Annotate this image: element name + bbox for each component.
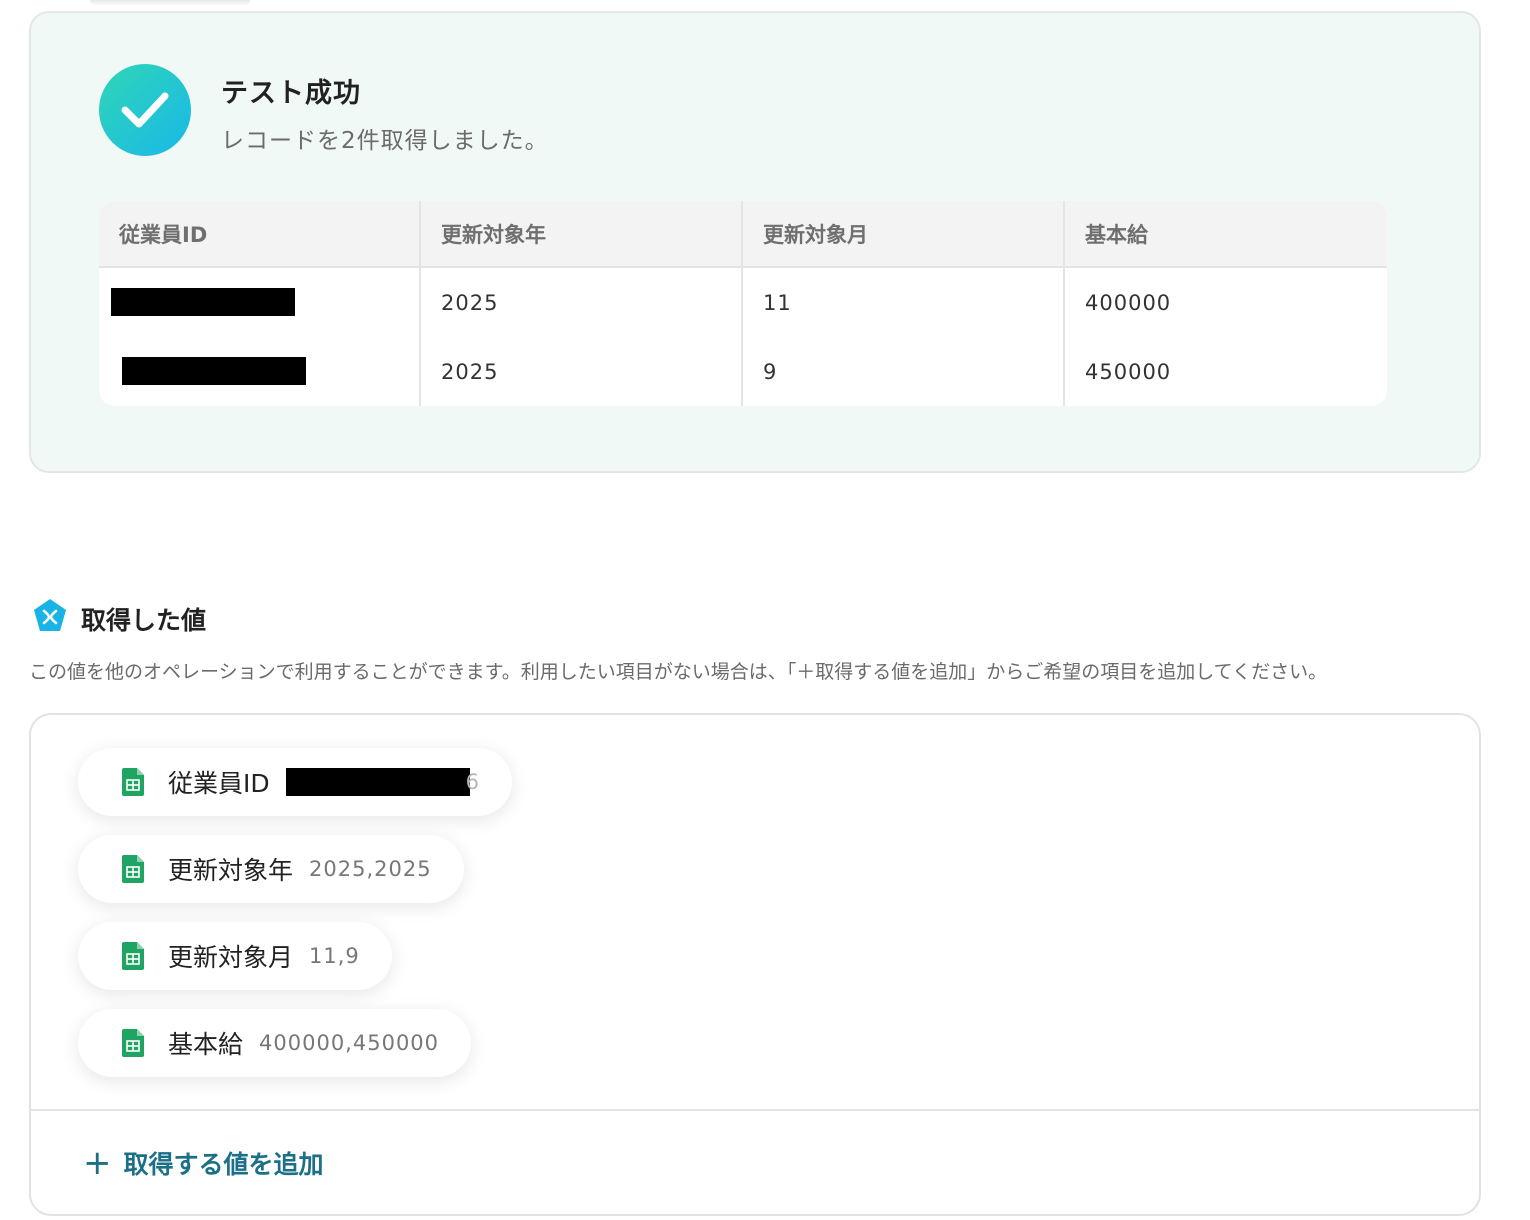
chip-label: 従業員ID — [168, 769, 270, 798]
column-header: 更新対象月 — [743, 201, 1065, 266]
plus-icon: + — [83, 1143, 112, 1183]
variable-icon — [34, 599, 66, 631]
chip-label: 更新対象月 — [168, 943, 294, 972]
chip-label: 更新対象年 — [168, 856, 294, 885]
table-row: 2025 11 400000 — [99, 268, 1387, 337]
add-value-button[interactable]: + 取得する値を追加 — [83, 1145, 324, 1181]
chip-label: 基本給 — [168, 1030, 244, 1059]
salary-cell: 450000 — [1085, 359, 1172, 384]
salary-cell: 400000 — [1085, 290, 1172, 315]
month-cell: 11 — [743, 268, 1065, 337]
chip-value: 2025,2025 — [309, 857, 432, 881]
redaction-block — [285, 768, 470, 796]
value-chip-update-month[interactable]: 更新対象月 11,9 — [78, 922, 392, 990]
spreadsheet-icon — [122, 1029, 144, 1057]
spreadsheet-icon — [122, 768, 144, 796]
success-check-icon — [99, 64, 191, 156]
spreadsheet-icon — [122, 942, 144, 970]
chip-value: 11,9 — [309, 944, 360, 968]
value-chip-base-salary[interactable]: 基本給 400000,450000 — [78, 1009, 472, 1077]
month-cell: 9 — [743, 337, 1065, 406]
retrieved-values-card: 従業員ID 6 更新対象年 2025,2025 更新対象月 11,9 基本給 4… — [29, 713, 1481, 1216]
section-title: 取得した値 — [81, 606, 207, 635]
employee-id-cell — [99, 337, 421, 406]
table-row: 2025 9 450000 — [99, 337, 1387, 406]
spreadsheet-icon — [122, 855, 144, 883]
result-table: 従業員ID 更新対象年 更新対象月 基本給 2025 11 400000 202… — [99, 201, 1387, 406]
divider — [31, 1109, 1479, 1111]
column-header: 基本給 — [1085, 222, 1148, 247]
chip-value: 6 — [285, 768, 480, 796]
year-cell: 2025 — [421, 268, 743, 337]
value-chip-employee-id[interactable]: 従業員ID 6 — [78, 748, 512, 816]
redaction-block — [122, 356, 306, 385]
employee-id-cell — [99, 268, 421, 337]
redaction-block — [111, 287, 295, 316]
result-title: テスト成功 — [221, 78, 361, 109]
column-header: 更新対象年 — [421, 201, 743, 266]
year-cell: 2025 — [421, 337, 743, 406]
section-description: この値を他のオペレーションで利用することができます。利用したい項目がない場合は、… — [29, 661, 1328, 683]
result-subtitle: レコードを2件取得しました。 — [221, 128, 549, 154]
test-result-card: テスト成功 レコードを2件取得しました。 従業員ID 更新対象年 更新対象月 基… — [29, 11, 1481, 473]
add-value-label: 取得する値を追加 — [123, 1150, 324, 1179]
top-shadow — [90, 0, 250, 6]
table-header: 従業員ID 更新対象年 更新対象月 基本給 — [99, 201, 1387, 268]
chip-value: 400000,450000 — [259, 1031, 440, 1055]
value-chip-update-year[interactable]: 更新対象年 2025,2025 — [78, 835, 464, 903]
column-header: 従業員ID — [99, 201, 421, 266]
